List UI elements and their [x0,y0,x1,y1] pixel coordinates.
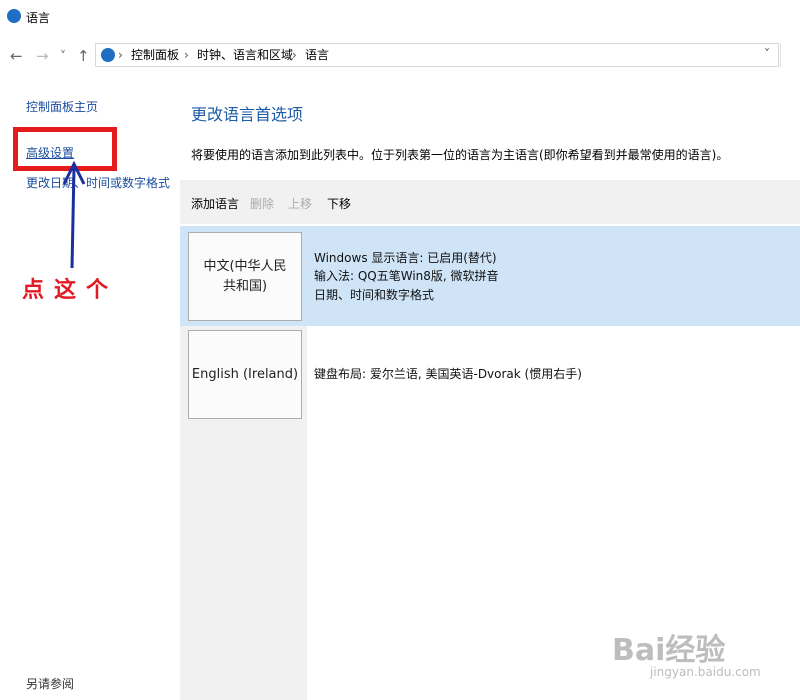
scroll-up-button[interactable] [780,43,800,67]
move-down-button[interactable]: 下移 [327,195,351,212]
recent-locations-chevron-icon[interactable]: ˅ [60,47,66,65]
breadcrumb-language[interactable]: 语言 [305,48,329,62]
address-dropdown-chevron-icon[interactable]: ˅ [764,47,770,61]
language-app-icon [7,9,21,23]
annotation-arrow-icon [62,160,86,269]
language-detail-display: Windows 显示语言: 已启用(替代) [314,251,497,265]
see-also-label: 另请参阅 [26,677,75,691]
baidu-jingyan-watermark: Bai经验 [612,633,726,668]
language-list-detail-area [307,326,800,700]
remove-language-button[interactable]: 删除 [250,195,274,212]
window-title: 语言 [26,11,51,25]
control-panel-icon [101,48,115,62]
language-english-ireland-button[interactable]: English (Ireland) [188,330,302,419]
sidebar-link-control-panel-home[interactable]: 控制面板主页 [26,100,98,114]
breadcrumb-control-panel[interactable]: 控制面板 [131,48,179,62]
breadcrumb-separator: › [118,48,123,62]
watermark-url: jingyan.baidu.com [650,665,761,679]
breadcrumb-separator: › [292,48,297,62]
forward-arrow-icon[interactable]: → [36,47,49,65]
annotation-click-here-text: 点这个 [22,278,119,303]
page-description: 将要使用的语言添加到此列表中。位于列表第一位的语言为主语言(即你希望看到并最常使… [191,148,729,162]
sidebar-link-change-date-time-format[interactable]: 更改日期、时间或数字格式 [26,176,170,190]
title-bar [0,0,800,34]
language-detail-input-method: 输入法: QQ五笔Win8版, 微软拼音 [314,269,499,283]
language-detail-keyboard: 键盘布局: 爱尔兰语, 美国英语-Dvorak (惯用右手) [314,367,582,381]
page-title: 更改语言首选项 [191,105,304,124]
add-language-button[interactable]: 添加语言 [191,195,239,212]
breadcrumb-separator: › [184,48,189,62]
move-up-button[interactable]: 上移 [288,195,312,212]
up-arrow-icon[interactable]: ↑ [77,47,90,65]
breadcrumb-clock-language-region[interactable]: 时钟、语言和区域 [197,48,293,62]
back-arrow-icon[interactable]: ← [10,47,23,65]
language-detail-format: 日期、时间和数字格式 [314,288,435,302]
language-chinese-button[interactable]: 中文(中华人民共和国) [188,232,302,321]
